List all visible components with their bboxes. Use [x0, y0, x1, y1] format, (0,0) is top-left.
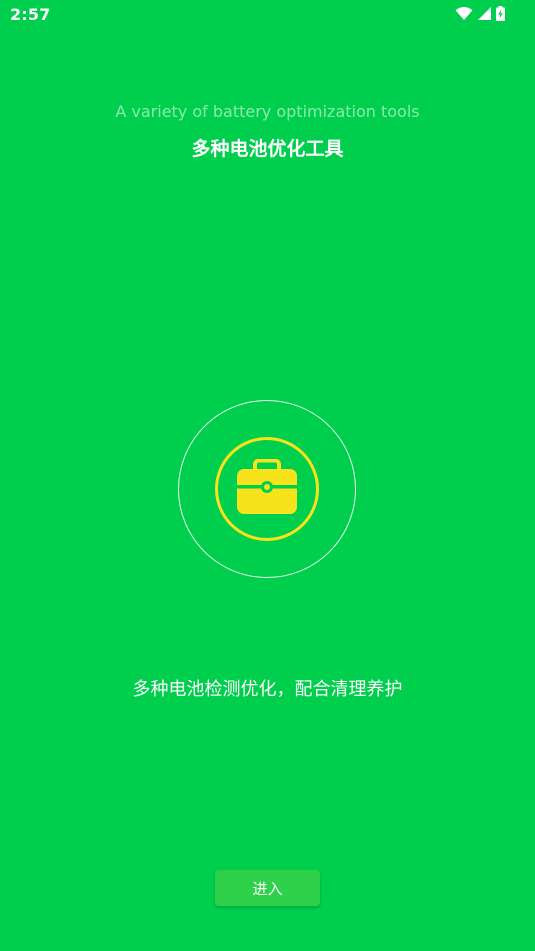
subtitle-english: A variety of battery optimization tools: [115, 102, 420, 121]
status-icons: [455, 6, 505, 21]
wifi-icon: [455, 6, 473, 21]
battery-charging-icon: [496, 6, 505, 21]
enter-button[interactable]: 进入: [215, 870, 320, 906]
feature-description: 多种电池检测优化，配合清理养护: [132, 679, 403, 700]
status-bar: 2:57: [0, 0, 535, 30]
toolbox-icon: [236, 458, 298, 519]
status-time: 2:57: [10, 5, 51, 24]
toolbox-badge: [215, 437, 319, 541]
page-title: 多种电池优化工具: [191, 138, 344, 160]
cellular-signal-icon: [477, 6, 492, 21]
